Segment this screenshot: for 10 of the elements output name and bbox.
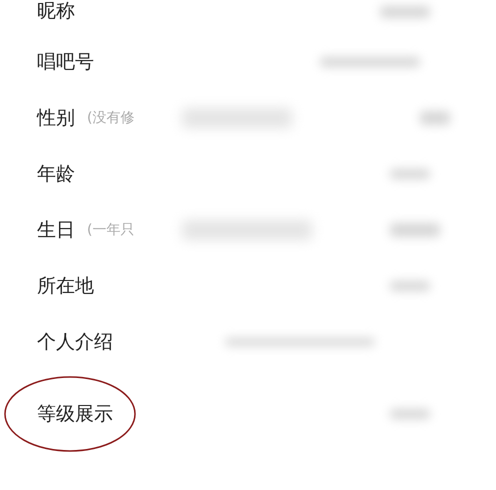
row-label: 年龄 [37, 162, 75, 187]
row-label: 性别 [37, 106, 75, 131]
row-label: 唱吧号 [37, 50, 94, 75]
row-note: (没有修 [87, 108, 134, 128]
row-label: 昵称 [37, 0, 75, 24]
row-label: 生日 [37, 218, 75, 243]
row-note: (一年只 [87, 220, 134, 240]
row-label: 个人介绍 [37, 330, 113, 355]
row-label: 所在地 [37, 274, 94, 299]
row-label: 等级展示 [37, 402, 113, 427]
